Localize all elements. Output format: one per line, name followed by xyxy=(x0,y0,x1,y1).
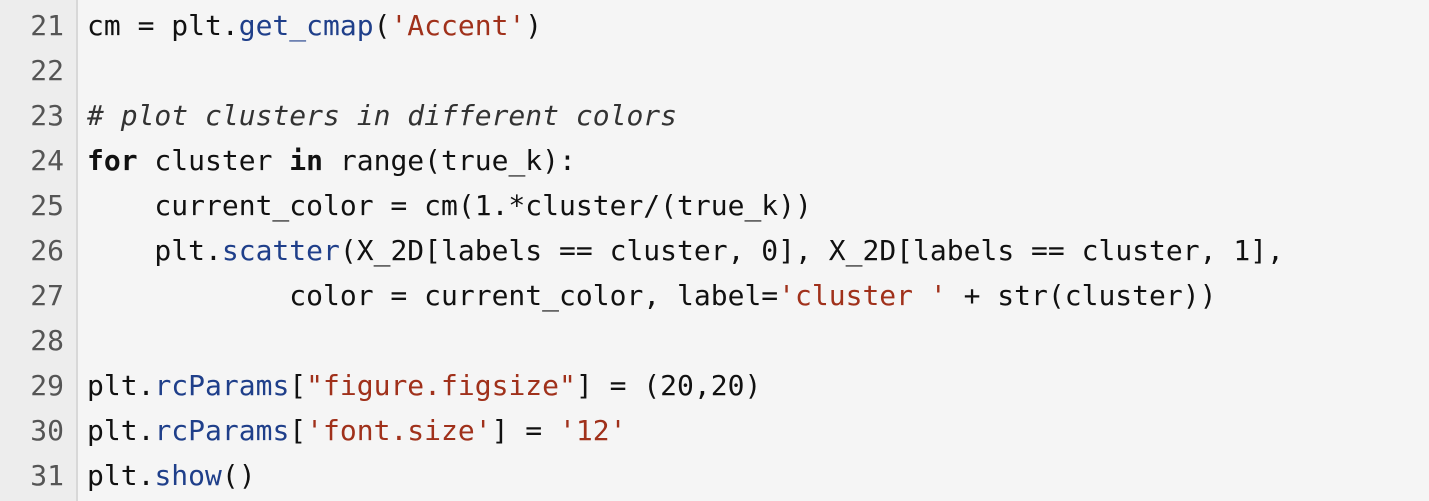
code-line[interactable]: 28 xyxy=(0,318,1429,363)
code-line[interactable]: 24 for cluster in range(true_k): xyxy=(0,138,1429,183)
function-token: get_cmap xyxy=(238,9,374,42)
code-text: cm = plt.get_cmap('Accent') xyxy=(87,3,542,48)
string-token: 'Accent' xyxy=(390,9,526,42)
line-number: 23 xyxy=(30,99,64,132)
code-text: for cluster in range(true_k): xyxy=(87,138,576,183)
code-editor[interactable]: 21 cm = plt.get_cmap('Accent') 22 23 # plot … xyxy=(0,0,1429,501)
code-token: plt. xyxy=(87,369,155,402)
code-token: [ xyxy=(289,369,307,402)
line-number: 22 xyxy=(30,54,64,87)
keyword-token: in xyxy=(289,144,324,177)
code-line[interactable]: 22 xyxy=(0,48,1429,93)
line-number: 26 xyxy=(30,234,64,267)
string-token: "figure.figsize" xyxy=(306,369,576,402)
function-token: scatter xyxy=(221,234,340,267)
code-line[interactable]: 21 cm = plt.get_cmap('Accent') xyxy=(0,3,1429,48)
code-text: current_color = cm(1.*cluster/(true_k)) xyxy=(87,183,812,228)
code-token: current_color = cm(1.*cluster/(true_k)) xyxy=(87,189,812,222)
code-token: plt. xyxy=(87,234,222,267)
code-text: plt.scatter(X_2D[labels == cluster, 0], … xyxy=(87,228,1284,273)
code-token: ) xyxy=(525,9,543,42)
code-lines: 21 cm = plt.get_cmap('Accent') 22 23 # plot … xyxy=(0,3,1429,498)
function-token: rcParams xyxy=(154,369,290,402)
code-token: ] = (20,20) xyxy=(575,369,762,402)
code-line[interactable]: 27 color = current_color, label='cluster… xyxy=(0,273,1429,318)
code-token: + str(cluster)) xyxy=(946,279,1217,312)
code-text: plt.rcParams['font.size'] = '12' xyxy=(87,408,626,453)
keyword-token: for xyxy=(87,144,138,177)
code-token: plt. xyxy=(87,414,155,447)
line-number: 24 xyxy=(30,144,64,177)
line-number: 29 xyxy=(30,369,64,402)
function-token: show xyxy=(154,459,222,492)
code-token: cm = plt. xyxy=(87,9,239,42)
code-text: plt.rcParams["figure.figsize"] = (20,20) xyxy=(87,363,761,408)
code-line[interactable]: 29 plt.rcParams["figure.figsize"] = (20,2… xyxy=(0,363,1429,408)
code-line[interactable]: 25 current_color = cm(1.*cluster/(true_k… xyxy=(0,183,1429,228)
line-number: 25 xyxy=(30,189,64,222)
line-number: 28 xyxy=(30,324,64,357)
code-token: (X_2D[labels == cluster, 0], X_2D[labels… xyxy=(339,234,1284,267)
code-text: # plot clusters in different colors xyxy=(87,93,677,138)
string-token: '12' xyxy=(559,414,627,447)
code-line[interactable]: 30 plt.rcParams['font.size'] = '12' xyxy=(0,408,1429,453)
code-line[interactable]: 26 plt.scatter(X_2D[labels == cluster, 0… xyxy=(0,228,1429,273)
string-token: 'cluster ' xyxy=(778,279,947,312)
code-token: ] = xyxy=(491,414,560,447)
line-number: 30 xyxy=(30,414,64,447)
code-token: range(true_k): xyxy=(323,144,576,177)
code-line[interactable]: 31 plt.show() xyxy=(0,453,1429,498)
code-text: plt.show() xyxy=(87,453,256,498)
code-token: [ xyxy=(289,414,307,447)
line-number: 31 xyxy=(30,459,64,492)
code-token: ( xyxy=(373,9,391,42)
code-token: plt. xyxy=(87,459,155,492)
code-token: color = current_color, label= xyxy=(87,279,779,312)
code-token: cluster xyxy=(137,144,290,177)
code-line[interactable]: 23 # plot clusters in different colors xyxy=(0,93,1429,138)
comment-token: # plot clusters in different colors xyxy=(87,99,678,132)
code-text: color = current_color, label='cluster ' … xyxy=(87,273,1216,318)
line-number: 21 xyxy=(30,9,64,42)
code-token: () xyxy=(221,459,256,492)
line-number: 27 xyxy=(30,279,64,312)
function-token: rcParams xyxy=(154,414,290,447)
string-token: 'font.size' xyxy=(306,414,492,447)
